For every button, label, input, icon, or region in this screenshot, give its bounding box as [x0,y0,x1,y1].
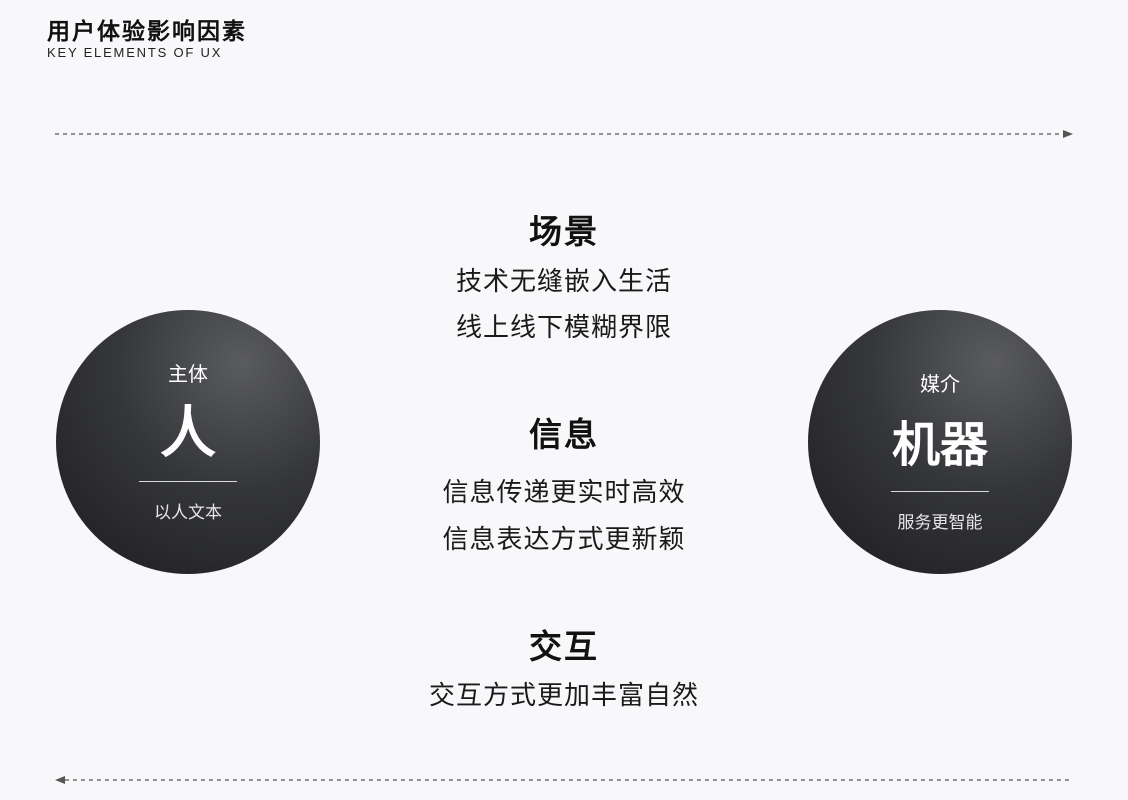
subject-divider [139,481,237,482]
medium-caption: 服务更智能 [897,513,983,533]
medium-title: 机器 [891,417,988,473]
section-information: 信息 信息传递更实时高效 信息表达方式更新颖 [364,408,764,555]
page-subtitle: KEY ELEMENTS OF UX [47,45,223,60]
subject-circle: 主体 人 以人文本 [56,310,320,574]
medium-label: 媒介 [920,372,960,396]
subject-label: 主体 [168,362,208,386]
page-title: 用户体验影响因素 [47,19,247,45]
section-scene: 场景 技术无缝嵌入生活 线上线下模糊界限 [364,205,764,343]
section-interaction: 交互 交互方式更加丰富自然 [364,620,764,711]
medium-divider [891,491,989,492]
section-heading: 场景 [529,212,599,251]
section-line: 信息表达方式更新颖 [442,525,686,555]
section-heading: 交互 [529,627,599,666]
subject-caption: 以人文本 [154,503,222,523]
section-line: 线上线下模糊界限 [455,313,672,343]
section-heading: 信息 [529,415,599,454]
medium-circle: 媒介 机器 服务更智能 [808,310,1072,574]
dashed-arrow-left [55,776,1073,784]
section-line: 交互方式更加丰富自然 [428,681,699,711]
section-line: 技术无缝嵌入生活 [455,267,672,297]
dashed-arrow-right [55,130,1073,138]
subject-title: 人 [160,401,216,466]
section-line: 信息传递更实时高效 [442,478,686,508]
